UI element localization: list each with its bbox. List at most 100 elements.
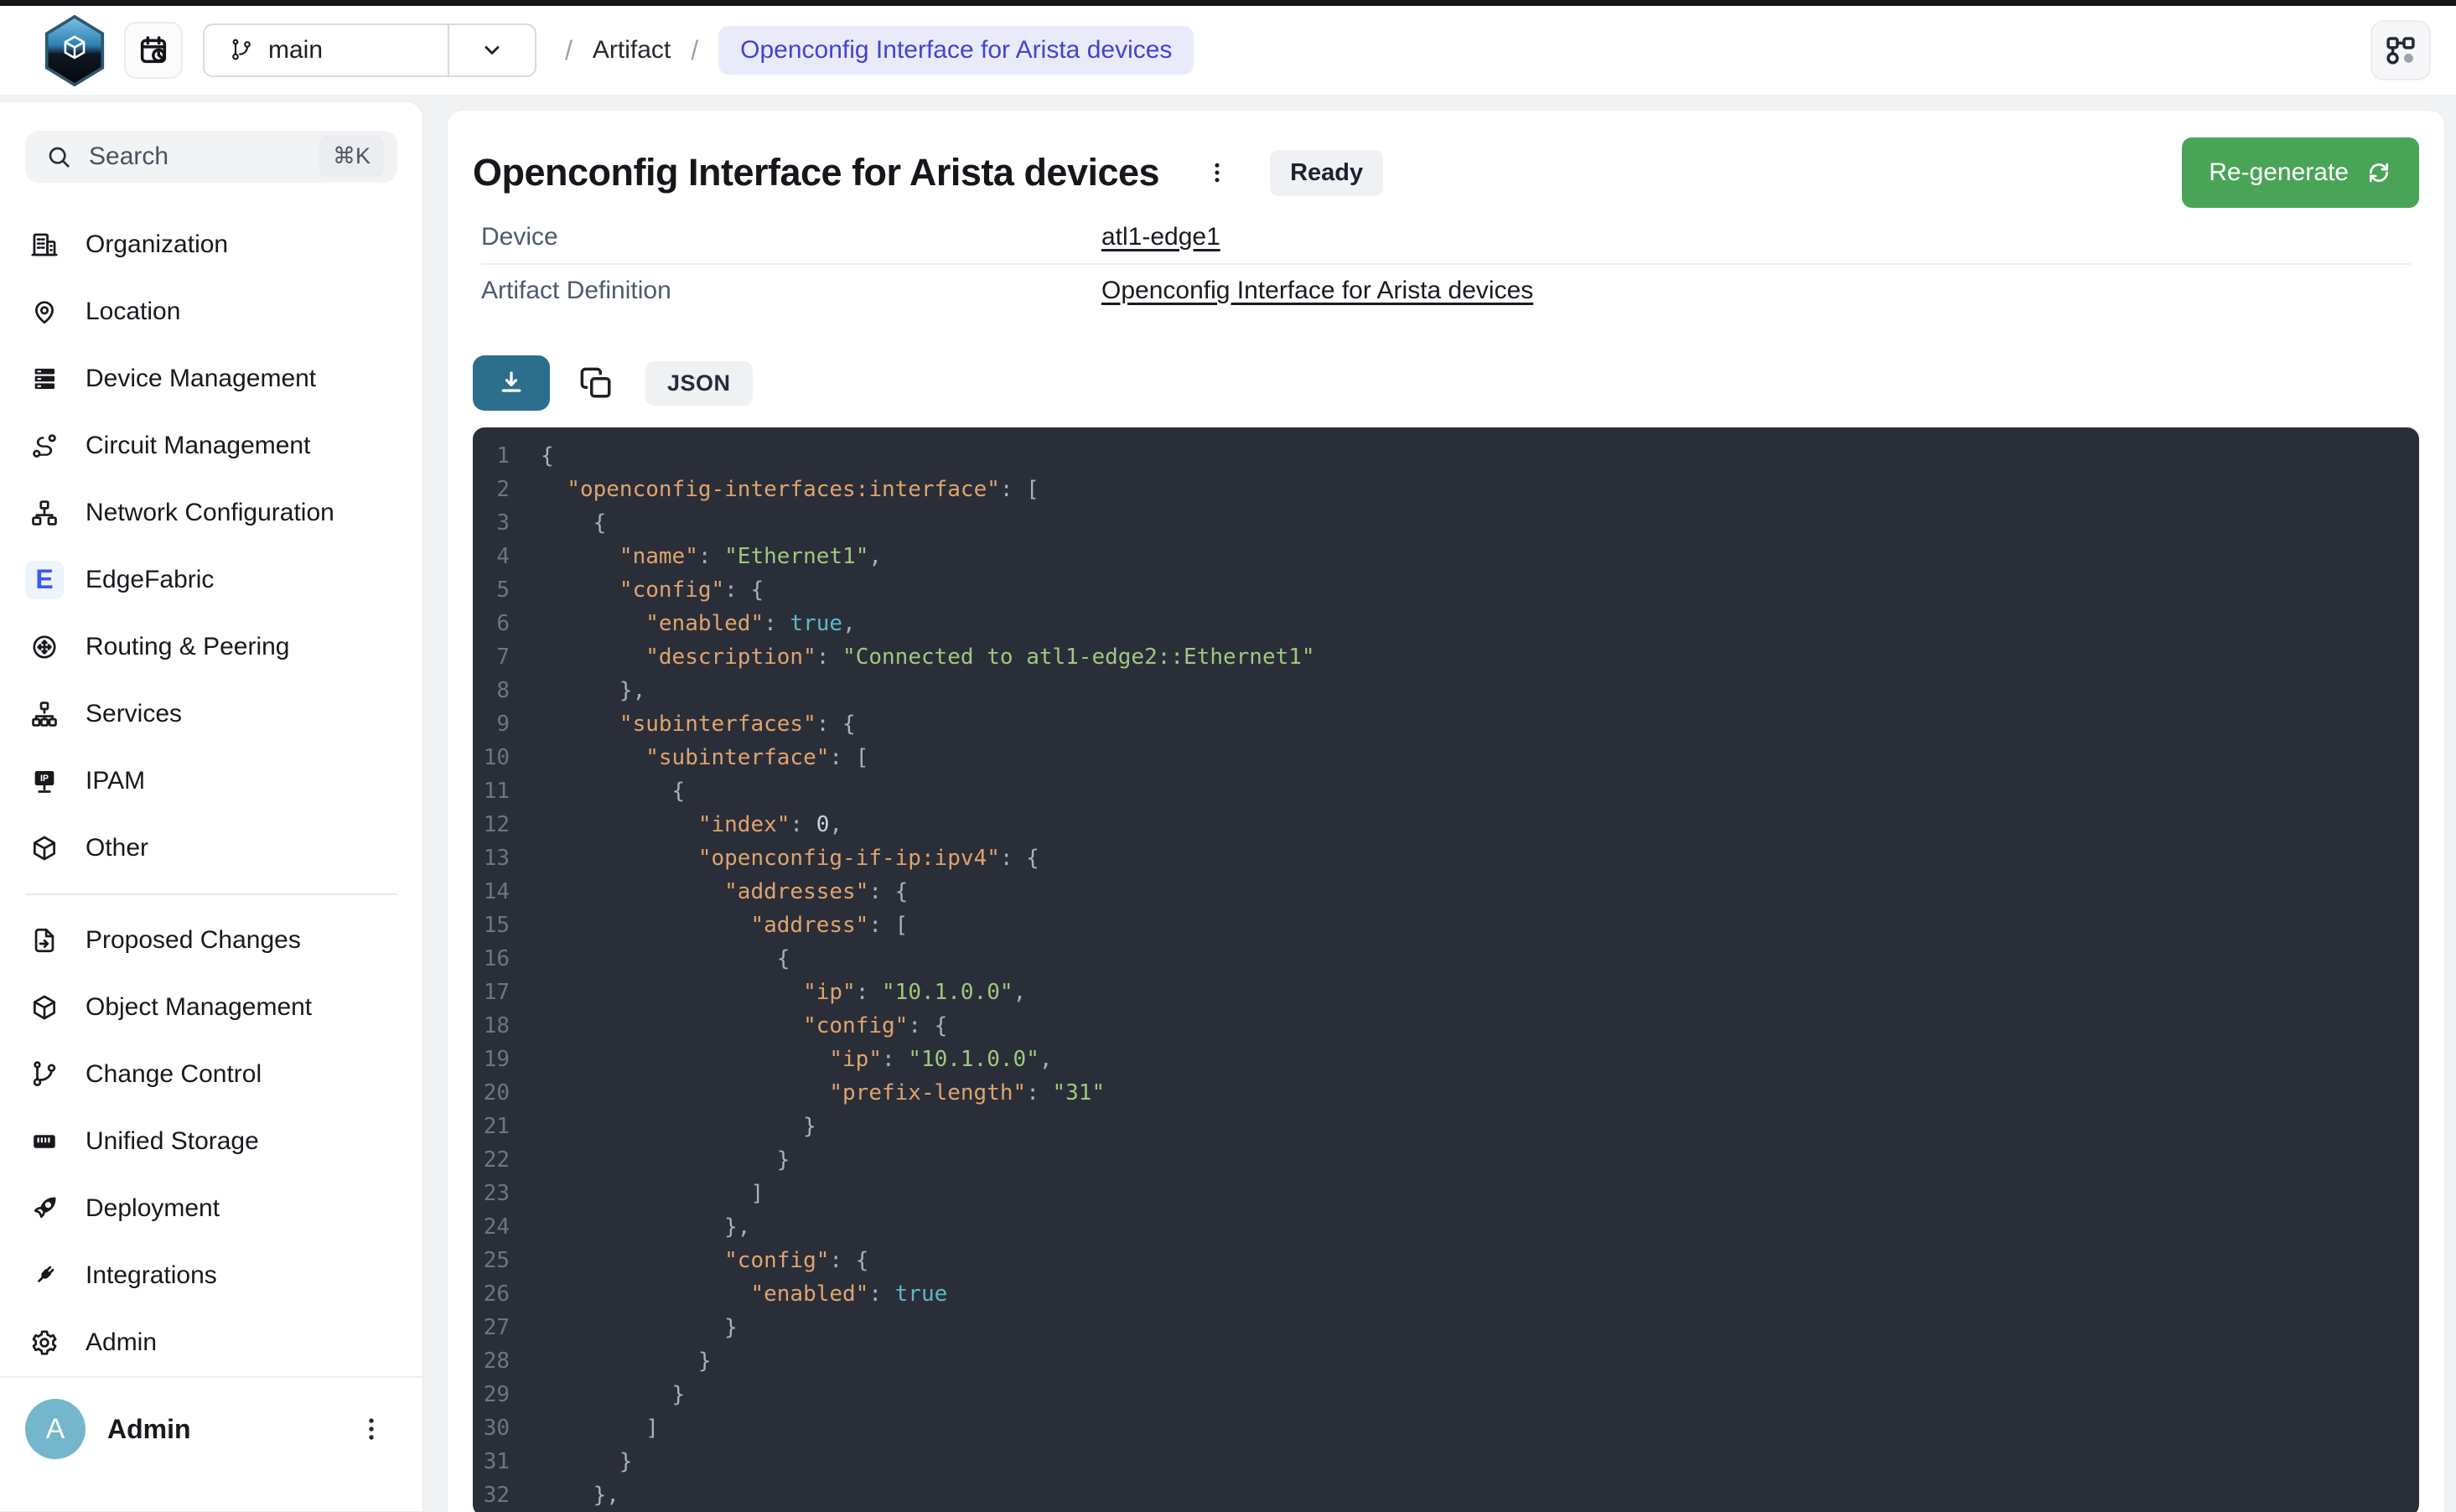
table-row: Artifact Definition Openconfig Interface… xyxy=(481,265,2411,317)
branch-selector[interactable]: main xyxy=(203,23,536,77)
sidebar-item-network-configuration[interactable]: Network Configuration xyxy=(25,479,411,546)
sidebar-item-label: EdgeFabric xyxy=(85,566,214,594)
sidebar-item-deployment[interactable]: Deployment xyxy=(25,1175,411,1242)
window-top-strip xyxy=(0,0,2456,6)
code-line: 2 "openconfig-interfaces:interface": [ xyxy=(473,473,2419,506)
refresh-icon xyxy=(2365,159,2392,186)
download-button[interactable] xyxy=(473,355,550,411)
tree-icon xyxy=(25,695,64,733)
sidebar-item-integrations[interactable]: Integrations xyxy=(25,1242,411,1309)
code-line: 16 { xyxy=(473,942,2419,976)
code-line: 3 { xyxy=(473,506,2419,540)
breadcrumb-separator: / xyxy=(691,35,698,66)
code-line: 18 "config": { xyxy=(473,1009,2419,1043)
sidebar-item-label: Change Control xyxy=(85,1060,262,1089)
svg-text:IP: IP xyxy=(40,774,49,784)
sidebar-item-label: Device Management xyxy=(85,365,316,393)
user-name: Admin xyxy=(107,1414,191,1445)
sidebar-item-admin[interactable]: Admin xyxy=(25,1309,411,1376)
code-line: 25 "config": { xyxy=(473,1244,2419,1277)
calendar-button[interactable] xyxy=(124,22,183,79)
code-line: 31 } xyxy=(473,1445,2419,1478)
sidebar-item-label: Other xyxy=(85,834,148,862)
sidebar-item-label: Integrations xyxy=(85,1261,217,1290)
sidebar-item-edgefabric[interactable]: EEdgeFabric xyxy=(25,546,411,614)
download-icon xyxy=(496,368,526,398)
sidebar-item-circuit-management[interactable]: Circuit Management xyxy=(25,412,411,479)
code-line: 5 "config": { xyxy=(473,573,2419,607)
sidebar-item-label: Unified Storage xyxy=(85,1127,259,1156)
device-label: Device xyxy=(481,223,1101,251)
search-box[interactable]: ⌘K xyxy=(25,131,397,183)
device-link[interactable]: atl1-edge1 xyxy=(1101,223,1220,251)
sidebar-item-device-management[interactable]: Device Management xyxy=(25,345,411,412)
storage-icon xyxy=(25,1122,64,1161)
breadcrumb-item-current[interactable]: Openconfig Interface for Arista devices xyxy=(718,26,1194,75)
sidebar-item-object-management[interactable]: Object Management xyxy=(25,974,411,1041)
file-arrow-icon xyxy=(25,921,64,960)
code-line: 4 "name": "Ethernet1", xyxy=(473,540,2419,573)
plug-icon xyxy=(25,1256,64,1295)
sidebar-item-proposed-changes[interactable]: Proposed Changes xyxy=(25,907,411,974)
cube-icon xyxy=(25,829,64,867)
sidebar-item-location[interactable]: Location xyxy=(25,278,411,345)
breadcrumb-item-artifact[interactable]: Artifact xyxy=(593,36,671,65)
code-line: 27 } xyxy=(473,1311,2419,1344)
building-icon xyxy=(25,225,64,264)
route-icon xyxy=(25,427,64,465)
server-rack-icon xyxy=(25,360,64,398)
sidebar-item-organization[interactable]: Organization xyxy=(25,211,411,278)
code-line: 17 "ip": "10.1.0.0", xyxy=(473,976,2419,1009)
code-line: 23 ] xyxy=(473,1177,2419,1210)
sidebar-item-routing-and-peering[interactable]: Routing & Peering xyxy=(25,614,411,681)
rocket-icon xyxy=(25,1189,64,1228)
sidebar-item-label: Deployment xyxy=(85,1194,220,1223)
sidebar-item-services[interactable]: Services xyxy=(25,681,411,748)
ipam-screen-icon: IP xyxy=(25,762,64,800)
code-line: 14 "addresses": { xyxy=(473,875,2419,909)
app-logo[interactable] xyxy=(44,15,106,85)
code-line: 20 "prefix-length": "31" xyxy=(473,1076,2419,1110)
code-line: 7 "description": "Connected to atl1-edge… xyxy=(473,640,2419,674)
sidebar-item-ipam[interactable]: IP IPAM xyxy=(25,748,411,815)
title-menu-button[interactable] xyxy=(1205,160,1230,185)
status-badge: Ready xyxy=(1270,150,1383,196)
code-line: 9 "subinterfaces": { xyxy=(473,707,2419,741)
code-line: 13 "openconfig-if-ip:ipv4": { xyxy=(473,841,2419,875)
sidebar-item-label: Object Management xyxy=(85,993,312,1022)
copy-icon xyxy=(578,365,614,401)
sidebar-section-divider xyxy=(25,893,397,895)
table-row: Device atl1-edge1 xyxy=(481,211,2411,263)
format-badge: JSON xyxy=(645,361,753,406)
branch-dropdown-toggle[interactable] xyxy=(448,25,535,75)
cube-icon xyxy=(25,988,64,1027)
git-branch-icon xyxy=(230,39,253,62)
user-menu-button[interactable] xyxy=(357,1415,386,1443)
artifact-definition-label: Artifact Definition xyxy=(481,277,1101,305)
gear-icon xyxy=(25,1323,64,1362)
network-icon xyxy=(25,494,64,532)
code-line: 22 } xyxy=(473,1143,2419,1177)
code-line: 21 } xyxy=(473,1110,2419,1143)
artifact-definition-link[interactable]: Openconfig Interface for Arista devices xyxy=(1101,277,1533,305)
chevron-down-icon xyxy=(480,39,504,62)
code-line: 15 "address": [ xyxy=(473,909,2419,942)
main-panel: Openconfig Interface for Arista devices … xyxy=(447,110,2445,1512)
search-input[interactable] xyxy=(87,142,304,172)
sidebar-item-label: Circuit Management xyxy=(85,432,310,460)
sidebar-item-label: Routing & Peering xyxy=(85,633,290,661)
code-line: 29 } xyxy=(473,1378,2419,1411)
code-viewer: 1{2 "openconfig-interfaces:interface": [… xyxy=(473,427,2419,1512)
code-line: 6 "enabled": true, xyxy=(473,607,2419,640)
sidebar-item-label: IPAM xyxy=(85,767,145,795)
breadcrumb-separator: / xyxy=(565,35,573,66)
code-toolbar: JSON xyxy=(473,355,2419,411)
copy-button[interactable] xyxy=(578,365,614,401)
sidebar-item-other[interactable]: Other xyxy=(25,815,411,882)
code-line: 1{ xyxy=(473,439,2419,473)
apps-topology-button[interactable] xyxy=(2371,20,2431,80)
breadcrumb: / Artifact / Openconfig Interface for Ar… xyxy=(565,26,1194,75)
sidebar-item-unified-storage[interactable]: Unified Storage xyxy=(25,1108,411,1175)
sidebar-item-change-control[interactable]: Change Control xyxy=(25,1041,411,1108)
regenerate-button[interactable]: Re-generate xyxy=(2182,137,2419,208)
